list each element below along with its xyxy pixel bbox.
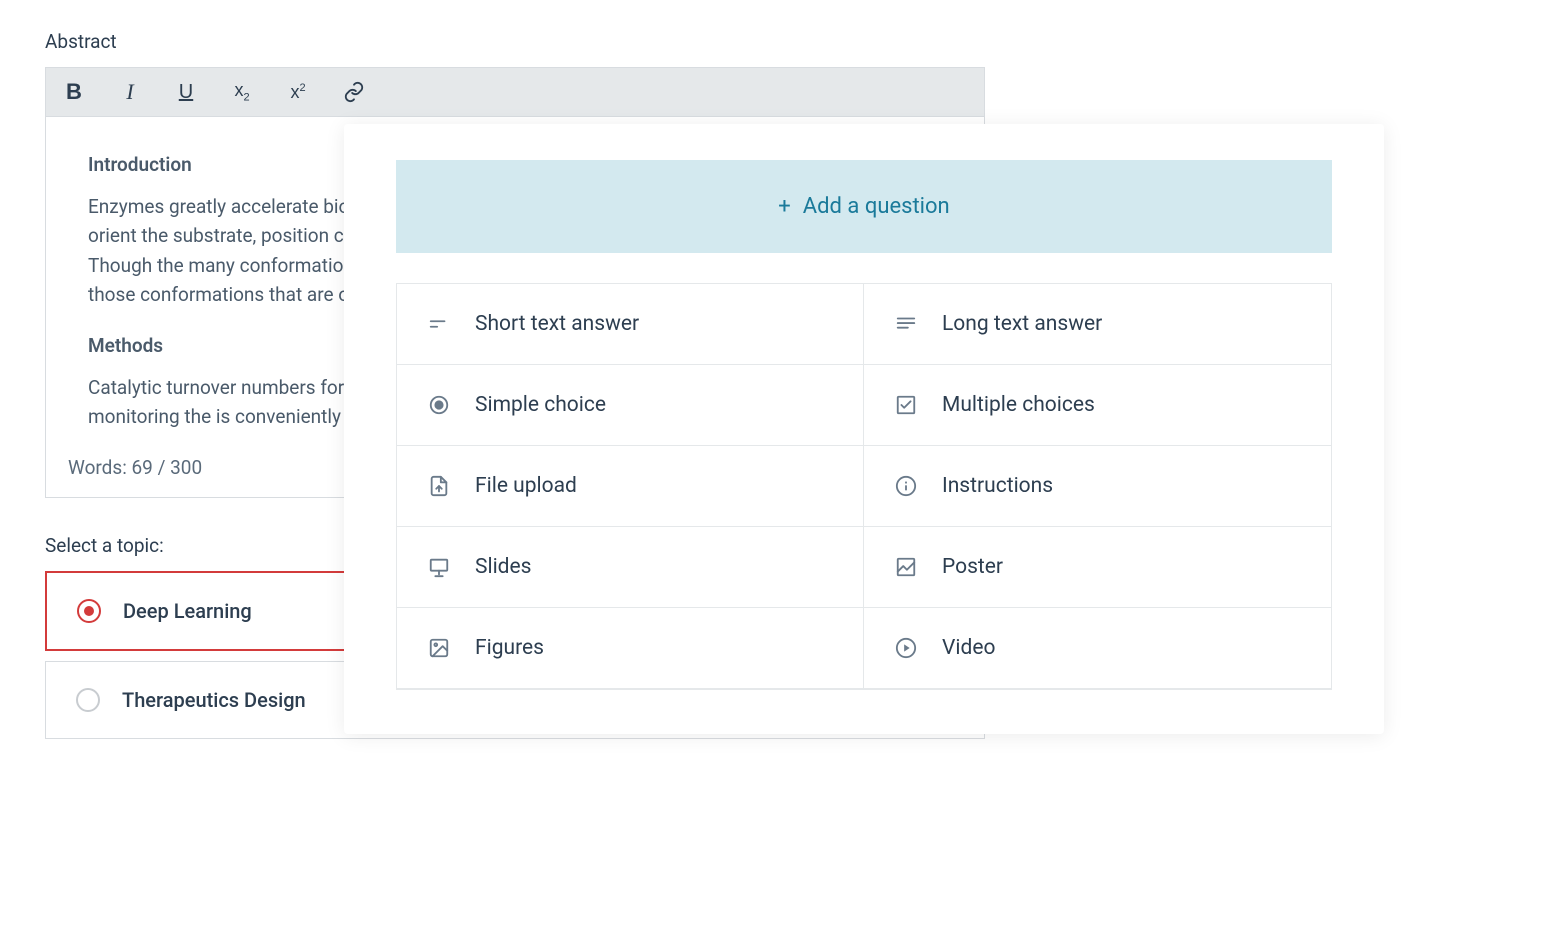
link-button[interactable] xyxy=(340,78,368,106)
add-question-label: Add a question xyxy=(803,194,950,219)
plus-icon: + xyxy=(778,194,790,219)
question-type-label: Simple choice xyxy=(475,393,606,417)
presentation-icon xyxy=(427,555,451,579)
italic-icon: I xyxy=(126,79,133,105)
bold-icon: B xyxy=(66,79,82,105)
italic-button[interactable]: I xyxy=(116,78,144,106)
superscript-button[interactable]: x2 xyxy=(284,78,312,106)
subscript-button[interactable]: x2 xyxy=(228,78,256,106)
picture-icon xyxy=(427,636,451,660)
info-icon xyxy=(894,474,918,498)
file-upload-icon xyxy=(427,474,451,498)
radio-button-icon xyxy=(427,393,451,417)
radio-icon xyxy=(77,599,101,623)
question-type-label: File upload xyxy=(475,474,577,498)
question-type-label: Instructions xyxy=(942,474,1053,498)
question-type-label: Multiple choices xyxy=(942,393,1095,417)
question-type-multiple-choices[interactable]: Multiple choices xyxy=(864,365,1331,446)
topic-option-label: Therapeutics Design xyxy=(122,688,306,712)
bold-button[interactable]: B xyxy=(60,78,88,106)
link-icon xyxy=(343,81,365,103)
image-icon xyxy=(894,555,918,579)
question-type-slides[interactable]: Slides xyxy=(397,527,864,608)
question-type-file-upload[interactable]: File upload xyxy=(397,446,864,527)
play-circle-icon xyxy=(894,636,918,660)
question-type-label: Long text answer xyxy=(942,312,1102,336)
question-type-label: Short text answer xyxy=(475,312,639,336)
radio-icon xyxy=(76,688,100,712)
question-type-video[interactable]: Video xyxy=(864,608,1331,689)
question-type-label: Slides xyxy=(475,555,532,579)
question-type-simple-choice[interactable]: Simple choice xyxy=(397,365,864,446)
editor-toolbar: B I U x2 x2 xyxy=(45,67,985,116)
question-type-label: Video xyxy=(942,636,995,660)
question-type-short-text[interactable]: Short text answer xyxy=(397,284,864,365)
short-text-icon xyxy=(427,312,451,336)
question-type-grid: Short text answer Long text answer Simpl… xyxy=(396,283,1332,690)
question-type-panel: + Add a question Short text answer Long … xyxy=(344,124,1384,734)
question-type-instructions[interactable]: Instructions xyxy=(864,446,1331,527)
question-type-poster[interactable]: Poster xyxy=(864,527,1331,608)
underline-icon: U xyxy=(179,81,193,104)
superscript-icon: x2 xyxy=(290,82,305,103)
topic-option-label: Deep Learning xyxy=(123,599,252,623)
subscript-icon: x2 xyxy=(234,80,249,104)
underline-button[interactable]: U xyxy=(172,78,200,106)
question-type-label: Figures xyxy=(475,636,544,660)
long-text-icon xyxy=(894,312,918,336)
question-type-label: Poster xyxy=(942,555,1003,579)
checkbox-icon xyxy=(894,393,918,417)
question-type-figures[interactable]: Figures xyxy=(397,608,864,689)
add-question-button[interactable]: + Add a question xyxy=(396,160,1332,253)
abstract-label: Abstract xyxy=(45,30,985,53)
question-type-long-text[interactable]: Long text answer xyxy=(864,284,1331,365)
